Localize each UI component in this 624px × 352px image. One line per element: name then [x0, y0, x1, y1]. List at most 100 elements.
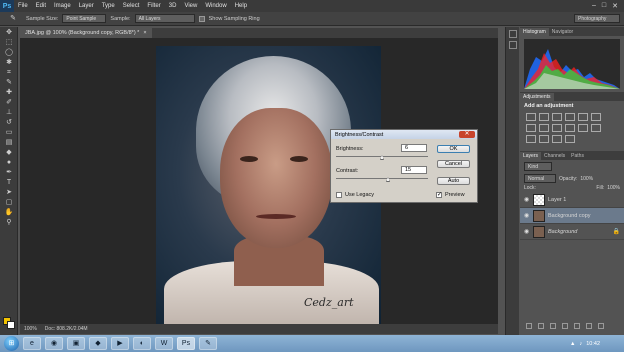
lasso-tool-icon[interactable]: ◯	[3, 48, 15, 57]
visibility-eye-icon[interactable]: ◉	[524, 196, 530, 203]
exposure-icon[interactable]	[565, 113, 575, 121]
quick-select-tool-icon[interactable]: ✱	[3, 58, 15, 67]
tab-adjustments[interactable]: Adjustments	[520, 93, 554, 101]
dialog-close-icon[interactable]: ✕	[459, 131, 475, 138]
menu-select[interactable]: Select	[119, 3, 144, 9]
taskbar-item-app2[interactable]: ◐	[133, 337, 151, 350]
background-color-swatch[interactable]	[7, 321, 15, 329]
layer-row[interactable]: ◉ Layer 1	[520, 192, 624, 208]
auto-button[interactable]: Auto	[437, 177, 470, 185]
brightness-input[interactable]: 6	[401, 144, 427, 152]
contrast-slider-track[interactable]	[336, 178, 428, 179]
opacity-value[interactable]: 100%	[580, 176, 593, 182]
eyedropper-tool-icon[interactable]: ✎	[3, 78, 15, 87]
tab-navigator[interactable]: Navigator	[549, 28, 576, 36]
taskbar-item-photoshop[interactable]: Ps	[177, 337, 195, 350]
marquee-tool-icon[interactable]: ⬚	[3, 38, 15, 47]
selective-color-icon[interactable]	[565, 135, 575, 143]
brush-tool-icon[interactable]: ✐	[3, 98, 15, 107]
group-icon[interactable]	[574, 323, 580, 329]
dodge-tool-icon[interactable]: ●	[3, 158, 15, 167]
tab-paths[interactable]: Paths	[568, 152, 587, 160]
zoom-tool-icon[interactable]: ⚲	[3, 218, 15, 227]
menu-layer[interactable]: Layer	[75, 3, 98, 9]
crop-tool-icon[interactable]: ⌗	[3, 68, 15, 77]
photo-filter-icon[interactable]	[552, 124, 562, 132]
path-select-icon[interactable]: ➤	[3, 188, 15, 197]
fill-value[interactable]: 100%	[607, 185, 620, 191]
clock[interactable]: 10:42	[586, 341, 600, 347]
ok-button[interactable]: OK	[437, 145, 470, 153]
trash-icon[interactable]	[598, 323, 604, 329]
sample-select[interactable]: All Layers	[134, 14, 195, 23]
start-button[interactable]: ⊞	[4, 336, 19, 351]
stamp-tool-icon[interactable]: ⊥	[3, 108, 15, 117]
sample-size-select[interactable]: Point Sample	[62, 14, 107, 23]
taskbar-item-paint[interactable]: ✎	[199, 337, 217, 350]
link-layers-icon[interactable]	[526, 323, 532, 329]
curves-icon[interactable]	[552, 113, 562, 121]
pen-tool-icon[interactable]: ✒	[3, 168, 15, 177]
document-tab[interactable]: JBA.jpg @ 100% (Background copy, RGB/8*)…	[20, 28, 152, 38]
layer-style-icon[interactable]	[538, 323, 544, 329]
tab-layers[interactable]: Layers	[520, 152, 542, 160]
new-layer-icon[interactable]	[586, 323, 592, 329]
minimize-icon[interactable]: –	[592, 2, 596, 10]
type-tool-icon[interactable]: T	[3, 178, 15, 187]
eraser-tool-icon[interactable]: ▭	[3, 128, 15, 137]
levels-icon[interactable]	[539, 113, 549, 121]
menu-window[interactable]: Window	[201, 3, 230, 9]
menu-filter[interactable]: Filter	[143, 3, 164, 9]
taskbar-item-word[interactable]: W	[155, 337, 173, 350]
visibility-eye-icon[interactable]: ◉	[524, 212, 530, 219]
blend-mode-select[interactable]: Normal	[524, 174, 556, 183]
channel-mixer-icon[interactable]	[565, 124, 575, 132]
contrast-input[interactable]: 15	[401, 166, 427, 174]
visibility-eye-icon[interactable]: ◉	[524, 228, 530, 235]
taskbar-item-chrome[interactable]: ◉	[45, 337, 63, 350]
black-white-icon[interactable]	[539, 124, 549, 132]
vibrance-icon[interactable]	[578, 113, 588, 121]
invert-icon[interactable]	[591, 124, 601, 132]
cancel-button[interactable]: Cancel	[437, 160, 470, 168]
show-ring-checkbox[interactable]	[198, 15, 205, 22]
threshold-icon[interactable]	[539, 135, 549, 143]
taskbar-item-app[interactable]: ◆	[89, 337, 107, 350]
zoom-level[interactable]: 100%	[24, 326, 37, 332]
maximize-icon[interactable]: □	[602, 2, 606, 10]
dialog-title-bar[interactable]: Brightness/Contrast ✕	[331, 130, 477, 139]
menu-3d[interactable]: 3D	[165, 3, 181, 9]
history-brush-icon[interactable]: ↺	[3, 118, 15, 127]
network-icon[interactable]: ▲	[570, 341, 575, 347]
taskbar-item-browser[interactable]: e	[23, 337, 41, 350]
workspace-select[interactable]: Photography	[574, 14, 620, 23]
volume-icon[interactable]: ♪	[579, 341, 582, 347]
close-icon[interactable]: ✕	[612, 2, 618, 10]
gradient-tool-icon[interactable]: ▤	[3, 138, 15, 147]
posterize-icon[interactable]	[526, 135, 536, 143]
tab-close-icon[interactable]: ×	[143, 30, 146, 36]
menu-type[interactable]: Type	[98, 3, 119, 9]
brightness-contrast-icon[interactable]	[526, 113, 536, 121]
preview-checkbox[interactable]: ✓	[436, 192, 442, 198]
tab-channels[interactable]: Channels	[541, 152, 568, 160]
layer-kind-select[interactable]: Kind	[524, 162, 552, 171]
color-balance-icon[interactable]	[526, 124, 536, 132]
history-panel-icon[interactable]	[509, 30, 517, 38]
layer-mask-icon[interactable]	[550, 323, 556, 329]
hand-tool-icon[interactable]: ✋	[3, 208, 15, 217]
shape-tool-icon[interactable]: ▢	[3, 198, 15, 207]
menu-help[interactable]: Help	[231, 3, 251, 9]
use-legacy-checkbox[interactable]	[336, 192, 342, 198]
gradient-map-icon[interactable]	[552, 135, 562, 143]
blur-tool-icon[interactable]: ◆	[3, 148, 15, 157]
tab-histogram[interactable]: Histogram	[520, 28, 549, 36]
taskbar-item-media[interactable]: ▶	[111, 337, 129, 350]
color-lookup-icon[interactable]	[578, 124, 588, 132]
properties-panel-icon[interactable]	[509, 41, 517, 49]
menu-image[interactable]: Image	[50, 3, 75, 9]
menu-edit[interactable]: Edit	[32, 3, 50, 9]
move-tool-icon[interactable]: ✥	[3, 28, 15, 37]
menu-file[interactable]: File	[14, 3, 32, 9]
healing-tool-icon[interactable]: ✚	[3, 88, 15, 97]
